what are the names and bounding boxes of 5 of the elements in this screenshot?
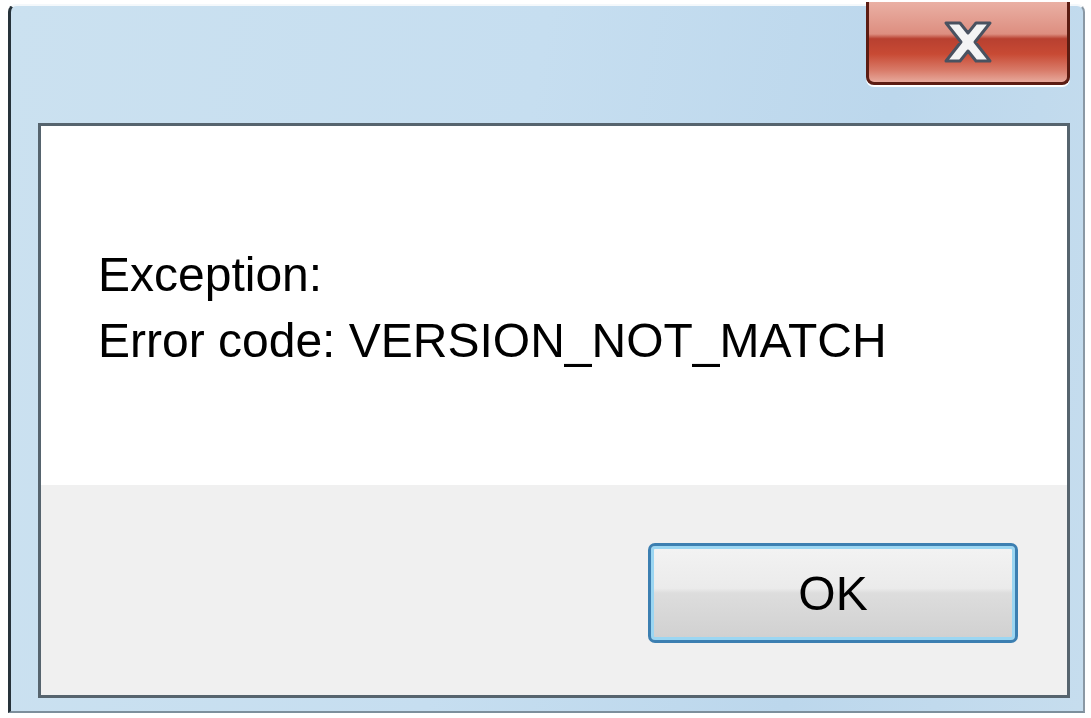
- message-text: Exception:: [98, 247, 323, 303]
- close-icon: [943, 20, 993, 64]
- ok-button[interactable]: OK: [648, 543, 1018, 643]
- close-button[interactable]: [866, 2, 1070, 85]
- message-text: Error code: VERSION_NOT_MATCH: [98, 313, 887, 369]
